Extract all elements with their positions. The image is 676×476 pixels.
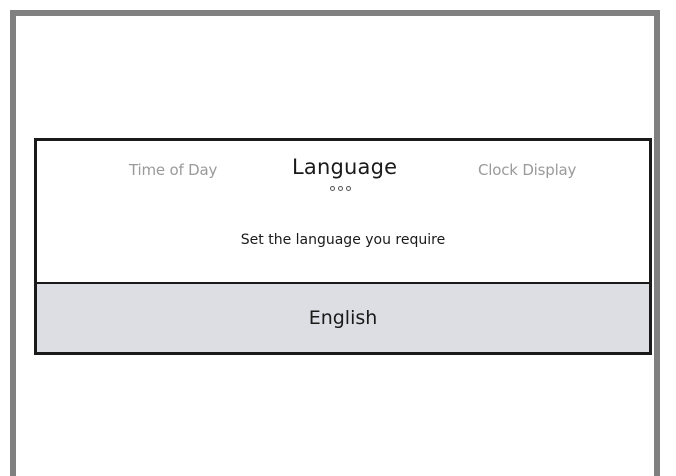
instruction-text: Set the language you require — [240, 232, 446, 248]
settings-panel: Time of Day Language Clock Display Set t… — [34, 138, 652, 355]
page-dot — [330, 186, 335, 191]
tab-language: Language — [292, 155, 398, 179]
tab-time-of-day[interactable]: Time of Day — [129, 161, 217, 179]
page-indicator — [330, 186, 351, 191]
language-option-label: English — [308, 307, 378, 329]
language-option-button[interactable]: English — [37, 282, 649, 352]
page-dot — [338, 186, 343, 191]
page-dot — [346, 186, 351, 191]
tab-clock-display[interactable]: Clock Display — [478, 161, 576, 179]
